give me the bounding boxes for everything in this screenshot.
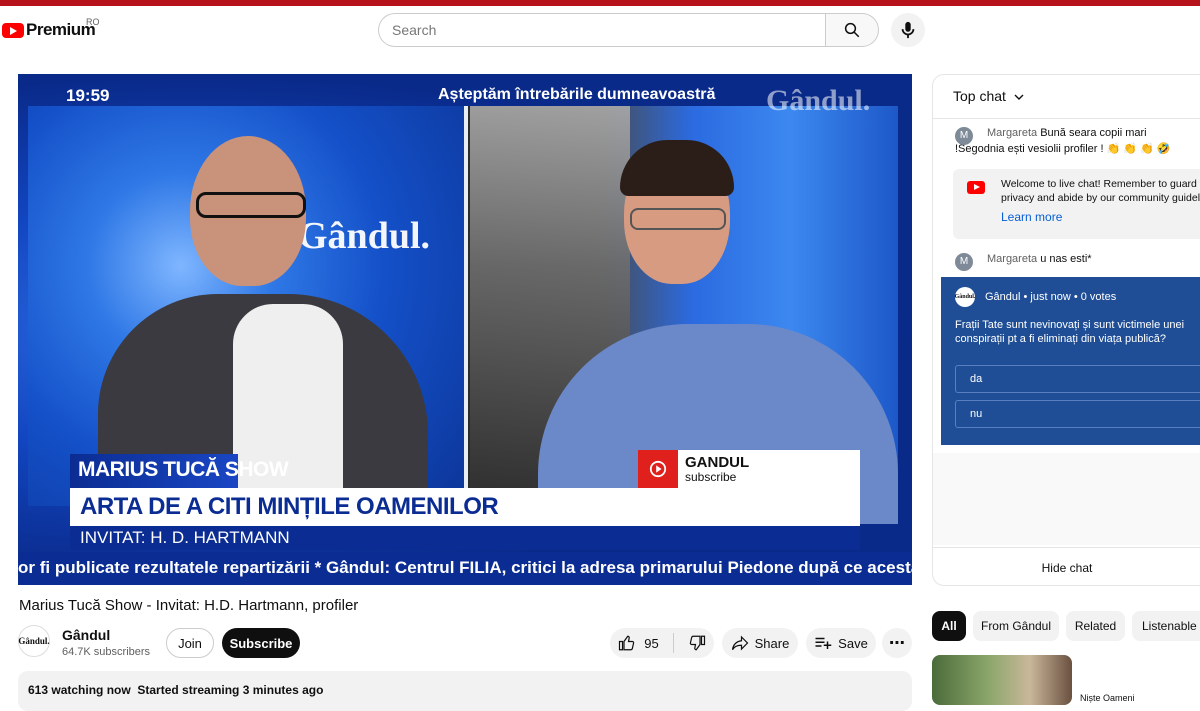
search-icon [844,22,860,38]
welcome-notice: Welcome to live chat! Remember to guard … [953,169,1200,239]
channel-avatar[interactable]: Gândul. [18,625,50,657]
browser-top-accent [0,0,1200,6]
youtube-premium-logo[interactable]: Premium RO [2,17,100,40]
join-button[interactable]: Join [166,628,214,658]
brand-cta: subscribe [685,469,737,484]
country-code: RO [86,17,100,27]
chat-message-text: u nas esti* [1040,253,1092,265]
show-name-banner: MARIUS TUCĂ SHOW [70,454,289,488]
description-box[interactable]: 613 watching now Started streaming 3 min… [18,671,912,711]
thumbs-up-icon [619,635,635,651]
hide-chat-button[interactable]: Hide chat [933,547,1200,585]
poll-channel-avatar: Gândul. [955,287,975,307]
search-button[interactable] [825,13,879,47]
chip-all[interactable]: All [932,611,966,641]
panel-divider [464,106,468,506]
play-icon-badge [638,450,678,488]
like-count: 95 [644,635,659,651]
like-divider [672,633,674,653]
like-button[interactable]: 95 [618,634,659,652]
chat-author-avatar[interactable]: M [955,127,973,145]
save-label: Save [838,635,868,651]
brand-name: GANDUL [685,453,750,471]
search-input[interactable] [379,14,826,46]
chat-author-name[interactable]: Margareta [987,253,1037,265]
chat-mode-selector[interactable]: Top chat [933,75,1200,119]
youtube-icon [967,181,985,194]
watching-count: 613 watching now [28,683,131,697]
welcome-text: Welcome to live chat! Remember to guard … [1001,178,1200,204]
chat-mode-label: Top chat [953,88,1006,104]
chat-author-avatar[interactable]: M [955,253,973,271]
chip-related[interactable]: Related [1066,611,1125,641]
microphone-icon [901,21,915,39]
subscriber-count: 64.7K subscribers [62,646,151,658]
channel-name[interactable]: Gândul [62,627,110,643]
share-button[interactable]: Share [722,628,798,658]
video-player[interactable]: 19:59 Așteptăm întrebările dumneavoastră… [18,74,912,585]
show-name-light: MARIUS TUCĂ [78,458,225,481]
share-label: Share [754,635,790,651]
chat-message: M Margareta u nas esti* [955,251,1195,271]
channel-watermark: Gândul. [766,84,871,117]
thumbs-down-icon [689,635,705,651]
chip-listenable[interactable]: Listenable [1132,611,1200,641]
play-circle-icon [649,460,667,478]
recommended-video-thumbnail[interactable] [932,655,1072,705]
add-to-playlist-icon [815,637,832,649]
poll-header: Gândul. Gândul • just now • 0 votes [955,287,1116,307]
share-arrow-icon [731,635,748,651]
show-name-bold: SHOW [224,458,289,481]
voice-search-button[interactable] [891,13,925,47]
chat-message: M Margareta Bună seara copii mari !Segod… [955,125,1195,157]
logo-text: Premium [26,20,96,39]
subscribe-button[interactable]: Subscribe [222,628,300,658]
search-box[interactable] [378,13,826,47]
chat-author-name[interactable]: Margareta [987,127,1037,139]
dislike-button[interactable] [688,634,706,652]
learn-more-link[interactable]: Learn more [1001,210,1200,224]
poll-meta: Gândul • just now • 0 votes [985,291,1117,303]
poll-option[interactable]: da [955,365,1200,393]
chat-poll: Gândul. Gândul • just now • 0 votes Fraț… [941,277,1200,445]
chevron-down-icon [1014,94,1024,100]
more-actions-button[interactable]: ⋯ [882,628,912,658]
poll-option[interactable]: nu [955,400,1200,428]
video-title: Marius Tucă Show - Invitat: H.D. Hartman… [19,597,359,614]
broadcast-top-caption: Așteptăm întrebările dumneavoastră [438,86,716,103]
guest-glasses [630,208,726,230]
save-button[interactable]: Save [806,628,876,658]
youtube-play-icon [2,22,24,38]
host-glasses [196,192,306,218]
studio-screen-logo: Gândul. [298,215,431,257]
stream-started: Started streaming 3 minutes ago [137,683,324,697]
news-ticker: or fi publicate rezultatele repartizării… [18,552,912,585]
broadcast-clock: 19:59 [66,86,110,105]
episode-title-banner: ARTA DE A CITI MINȚILE OAMENILOR [70,488,860,526]
chip-from-channel[interactable]: From Gândul [973,611,1059,641]
recommended-video-title[interactable]: Niște Oameni [1080,693,1135,703]
live-chat-panel: Top chat M Margareta Bună seara copii ma… [932,74,1200,586]
brand-subscribe-banner: GANDUL subscribe [638,450,860,488]
poll-question: Frații Tate sunt nevinovați și sunt vict… [955,319,1185,345]
guest-banner: INVITAT: H. D. HARTMANN [70,526,860,550]
like-dislike-group: 95 [610,628,714,658]
chat-scroll-area [933,453,1200,545]
